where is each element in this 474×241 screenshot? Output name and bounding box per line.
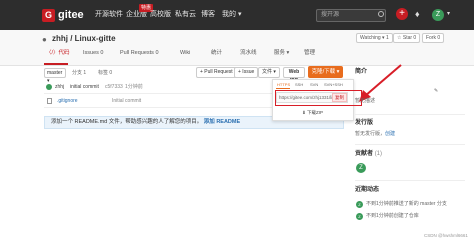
activity-item[interactable]: 不到1分钟前推送了新的 master 分支	[366, 201, 447, 208]
tab-services[interactable]: 服务 ▾	[274, 49, 289, 57]
edit-intro-icon[interactable]: ✎	[434, 88, 438, 95]
add-readme-link[interactable]: 添加 README	[204, 119, 240, 125]
tags-count[interactable]: 标签 0	[98, 70, 112, 77]
intro-text: 暂无描述	[355, 98, 376, 104]
divider	[355, 144, 465, 145]
activity-avatar: Z	[356, 213, 363, 220]
contributors-label: 贡献者	[355, 151, 374, 157]
webide-button[interactable]: Web IDE	[283, 67, 305, 84]
protocol-svn[interactable]: SVN	[310, 82, 318, 88]
chevron-down-icon[interactable]: ▾	[447, 10, 450, 17]
release-text: 暂无发行版，创建	[355, 131, 395, 138]
tab-wiki[interactable]: Wiki	[180, 49, 190, 57]
nav-mine[interactable]: 我的 ▾	[222, 10, 241, 20]
protocol-svn-ssh[interactable]: SVN+SSH	[324, 82, 343, 88]
search-icon[interactable]	[378, 11, 384, 17]
tab-pipeline[interactable]: 流水线	[240, 49, 257, 57]
contributor-avatar[interactable]: Z	[356, 163, 366, 173]
tab-pull-requests[interactable]: Pull Requests 0	[120, 49, 159, 57]
file-icon	[47, 98, 52, 104]
bell-icon[interactable]: ♦	[415, 9, 420, 19]
download-zip-link[interactable]: ⬇ 下载ZIP	[302, 110, 323, 116]
watch-button[interactable]: Watching ▾ 1	[356, 33, 393, 43]
nav-open-source[interactable]: 开源软件	[95, 10, 123, 20]
release-title: 发行版	[355, 120, 374, 126]
commit-time: 1分钟前	[125, 84, 143, 90]
tab-code[interactable]: 〈/〉代码	[46, 49, 70, 57]
branches-count[interactable]: 分支 1	[72, 70, 86, 77]
intro-title: 简介	[355, 69, 368, 75]
protocol-ssh[interactable]: SSH	[295, 82, 303, 88]
user-avatar[interactable]: Z	[432, 9, 444, 21]
file-name[interactable]: .gitignore	[57, 98, 78, 105]
annotation-box	[275, 90, 362, 106]
pull-request-button[interactable]: + Pull Request	[196, 67, 237, 78]
clone-download-button[interactable]: 克隆/下载 ▾	[308, 66, 343, 78]
table-row[interactable]	[44, 95, 274, 108]
nav-private-cloud[interactable]: 私有云	[175, 10, 196, 20]
tab-stats[interactable]: 统计	[211, 49, 222, 57]
activity-title: 近期动态	[355, 187, 380, 193]
activity-avatar: Z	[356, 201, 363, 208]
author-avatar	[46, 84, 52, 90]
contributors-title: 贡献者 (1)	[355, 150, 382, 158]
search-input[interactable]: 搜开源	[316, 9, 386, 22]
star-button[interactable]: ☆ Star 0	[393, 33, 421, 43]
lock-icon: ●	[42, 35, 47, 44]
watermark: CSDN @hwshml6661	[424, 233, 468, 238]
gitee-logo-text[interactable]: gitee	[58, 8, 84, 22]
release-empty-text: 暂无发行版，	[355, 131, 386, 137]
contributors-count: (1)	[374, 151, 383, 157]
fork-button[interactable]: Fork 0	[422, 33, 445, 43]
file-commit-message[interactable]: Initial commit	[112, 98, 141, 105]
tab-manage[interactable]: 管理	[304, 49, 315, 57]
readme-prompt-text: 添加一个 README.md 文件，帮助感兴趣的人了解您的项目。	[51, 119, 203, 125]
protocol-active-indicator	[276, 88, 290, 89]
repo-title[interactable]: zhhj / Linux-gitte	[52, 33, 116, 45]
nav-blog[interactable]: 博客	[201, 10, 215, 20]
active-tab-indicator	[44, 63, 68, 65]
activity-item[interactable]: 不到1分钟前创建了仓库	[366, 213, 419, 220]
nav-university[interactable]: 高校版	[150, 10, 171, 20]
branch-select[interactable]: master ▾	[44, 68, 66, 84]
commit-hash[interactable]: c5f7333	[105, 84, 123, 91]
divider	[355, 180, 465, 181]
commit-message[interactable]: initial commit	[70, 84, 99, 91]
add-icon[interactable]: +	[396, 8, 408, 20]
file-button[interactable]: 文件 ▾	[258, 67, 280, 78]
gitee-logo-icon[interactable]: G	[42, 9, 55, 22]
tab-issues[interactable]: Issues 0	[83, 49, 103, 57]
commit-author[interactable]: zhhj	[55, 84, 64, 91]
issue-button[interactable]: + Issue	[234, 67, 259, 78]
divider	[355, 114, 465, 115]
create-release-link[interactable]: 创建	[385, 131, 395, 137]
